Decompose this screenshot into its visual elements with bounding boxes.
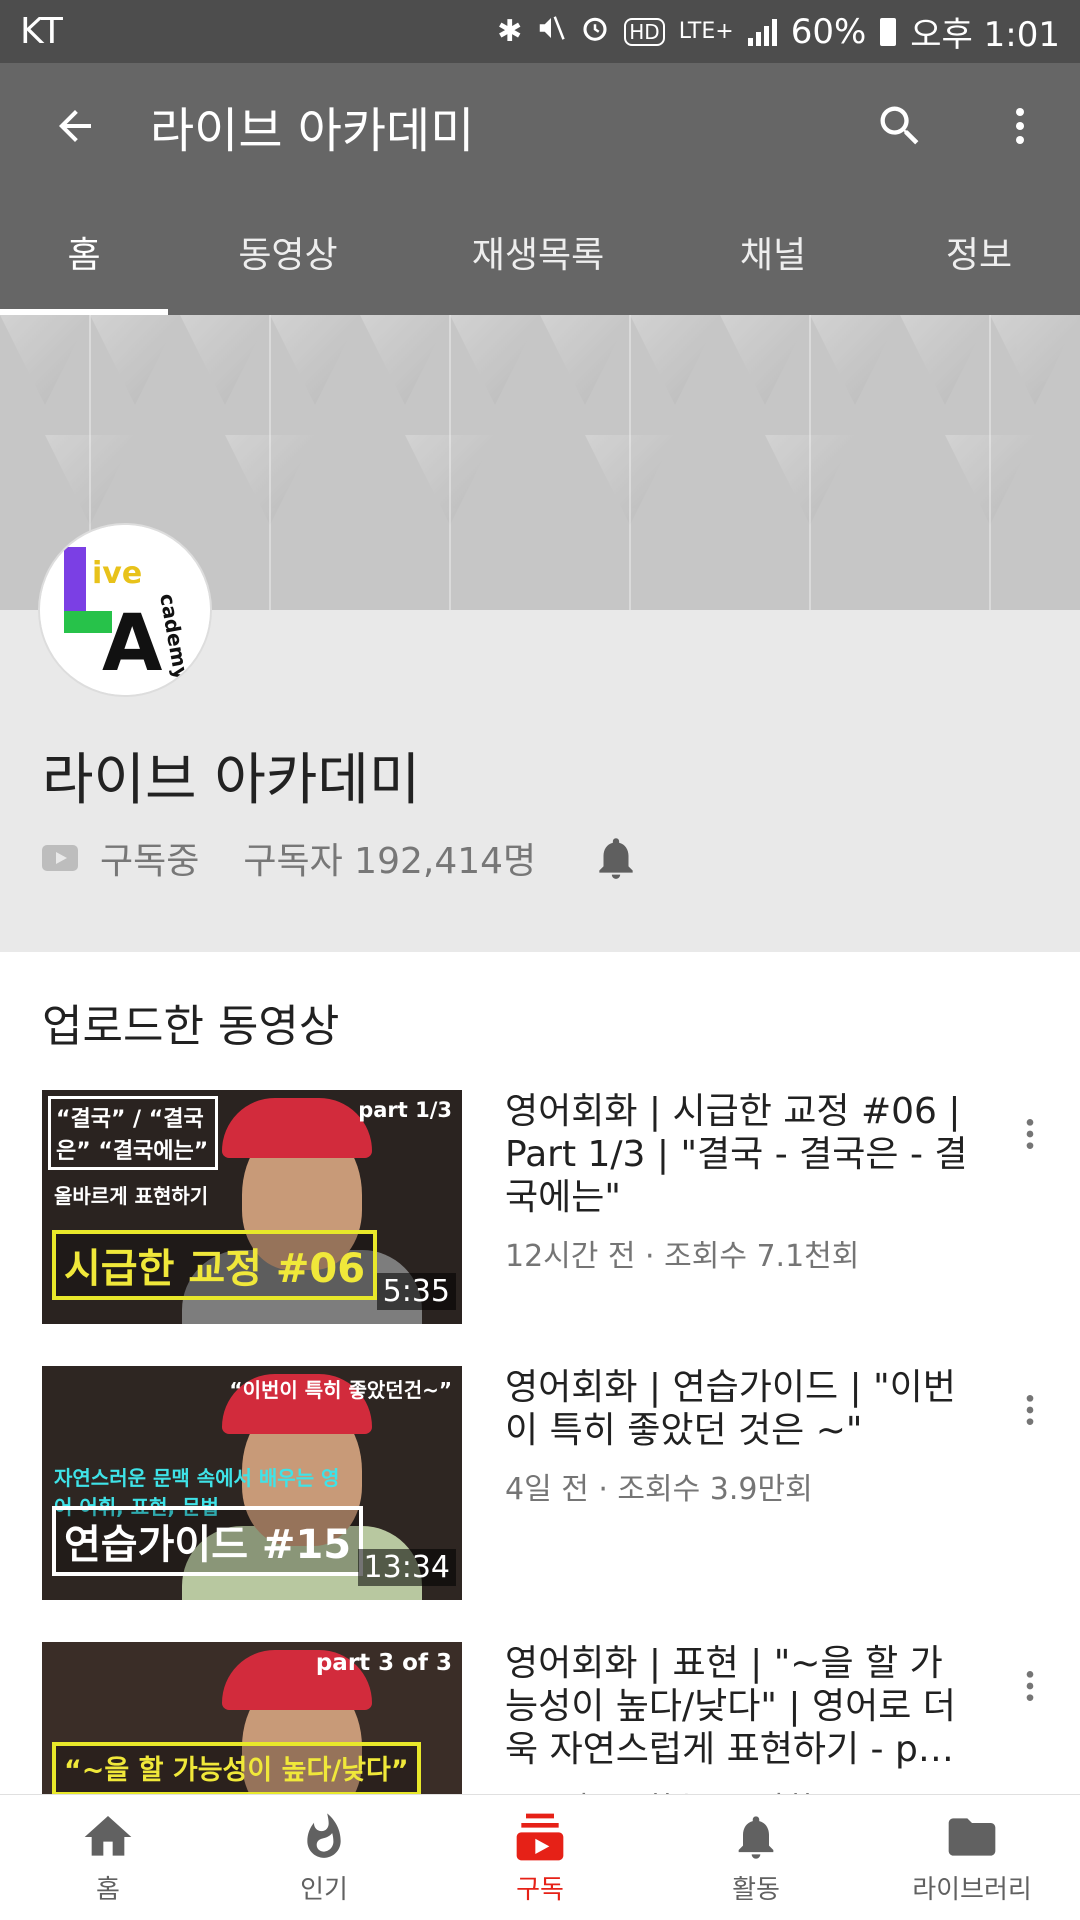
lte-icon: LTE+: [678, 19, 734, 44]
subscriber-count: 구독자 192,414명: [243, 841, 537, 882]
back-button[interactable]: [0, 63, 150, 189]
toolbar-title: 라이브 아카데미: [150, 103, 475, 159]
mute-icon: [536, 13, 566, 51]
thumbnail-sub-text: 올바르게 표현하기: [54, 1184, 209, 1208]
nav-label: 활동: [732, 1875, 780, 1905]
video-meta: 영어회화 | 표현 | "~을 할 가능성이 높다/낮다" | 영어로 더욱 자…: [505, 1642, 975, 1794]
video-title[interactable]: 영어회화 | 표현 | "~을 할 가능성이 높다/낮다" | 영어로 더욱 자…: [505, 1642, 975, 1771]
video-thumbnail[interactable]: part 3 of 3 “~을 할 가능성이 높다/낮다”: [42, 1642, 462, 1794]
video-thumbnail[interactable]: “결국” / “결국은” “결국에는” part 1/3 올바르게 표현하기 시…: [42, 1090, 462, 1324]
search-icon: [880, 106, 919, 145]
thumbnail-caption: “~을 할 가능성이 높다/낮다”: [52, 1742, 421, 1794]
video-more-button[interactable]: [1000, 1656, 1060, 1716]
tab-playlists[interactable]: 재생목록: [408, 189, 668, 315]
home-icon: [80, 1809, 136, 1865]
nav-label: 구독: [516, 1875, 564, 1905]
svg-text:ive: ive: [92, 556, 142, 591]
folder-icon: [944, 1809, 1000, 1865]
video-more-button[interactable]: [1000, 1380, 1060, 1440]
notification-bell-button[interactable]: [588, 830, 644, 886]
bottom-nav: 홈 인기 구독 활동 라이브러리: [0, 1794, 1080, 1920]
video-item[interactable]: part 3 of 3 “~을 할 가능성이 높다/낮다” 영어회화 | 표현 …: [0, 1642, 1080, 1794]
video-duration: 5:35: [376, 1273, 456, 1310]
trending-fire-icon: [299, 1809, 349, 1865]
toolbar: 라이브 아카데미: [0, 63, 1080, 189]
nav-label: 홈: [96, 1875, 120, 1905]
video-stats: 1주 전 · 조회수 5.1만회: [505, 1783, 975, 1794]
nav-subscriptions[interactable]: 구독: [432, 1795, 648, 1920]
channel-name: 라이브 아카데미: [42, 748, 421, 813]
more-vert-icon: [1026, 1395, 1034, 1425]
battery-percent: 60%: [790, 11, 867, 52]
video-list: “결국” / “결국은” “결국에는” part 1/3 올바르게 표현하기 시…: [0, 1090, 1080, 1794]
channel-tabs: 홈 동영상 재생목록 채널 정보: [0, 189, 1080, 315]
channel-avatar[interactable]: ive A cademy: [40, 525, 210, 695]
video-title[interactable]: 영어회화 | 시급한 교정 #06 | Part 1/3 | "결국 - 결국은…: [505, 1090, 975, 1219]
video-thumbnail[interactable]: “이번이 특히 좋았던건~” 자연스러운 문맥 속에서 배우는 영어 어휘, 표…: [42, 1366, 462, 1600]
back-arrow-icon: [59, 110, 91, 142]
thumbnail-part-tag: part 3 of 3: [315, 1650, 452, 1676]
thumbnail-top-text: “결국” / “결국은” “결국에는”: [48, 1096, 218, 1170]
app-bar: 라이브 아카데미 홈 동영상 재생목록 채널 정보: [0, 63, 1080, 315]
video-duration: 13:34: [357, 1549, 456, 1586]
bell-icon: [730, 1809, 782, 1865]
video-item[interactable]: “이번이 특히 좋았던건~” 자연스러운 문맥 속에서 배우는 영어 어휘, 표…: [0, 1366, 1080, 1606]
hd-voice-icon: HD: [624, 17, 665, 46]
status-bar: KT ✱ HD LTE+ 60% 오후 1:01: [0, 0, 1080, 63]
thumbnail-caption: 시급한 교정 #06: [52, 1230, 378, 1300]
search-button[interactable]: [840, 63, 960, 189]
svg-text:A: A: [102, 599, 162, 689]
battery-icon: [880, 17, 897, 46]
signal-icon: [747, 18, 777, 46]
nav-trending[interactable]: 인기: [216, 1795, 432, 1920]
video-title[interactable]: 영어회화 | 연습가이드 | "이번이 특히 좋았던 것은 ~": [505, 1366, 975, 1452]
video-item[interactable]: “결국” / “결국은” “결국에는” part 1/3 올바르게 표현하기 시…: [0, 1090, 1080, 1330]
more-options-button[interactable]: [960, 63, 1080, 189]
clock: 오후 1:01: [910, 15, 1060, 55]
nav-activity[interactable]: 활동: [648, 1795, 864, 1920]
youtube-small-icon: [42, 845, 78, 871]
live-academy-logo: ive A cademy: [40, 525, 210, 695]
video-stats: 12시간 전 · 조회수 7.1천회: [505, 1239, 860, 1274]
bluetooth-icon: ✱: [497, 14, 523, 49]
subscriptions-icon: [512, 1809, 568, 1865]
section-title: 업로드한 동영상: [42, 1001, 340, 1052]
thumbnail-part-tag: part 1/3: [358, 1098, 452, 1122]
tab-videos[interactable]: 동영상: [168, 189, 408, 315]
thumbnail-cap: [222, 1098, 372, 1158]
more-vert-icon: [1026, 1119, 1034, 1149]
more-vert-icon: [1016, 108, 1024, 144]
video-more-button[interactable]: [1000, 1104, 1060, 1164]
video-stats: 4일 전 · 조회수 3.9만회: [505, 1472, 813, 1507]
video-meta: 영어회화 | 연습가이드 | "이번이 특히 좋았던 것은 ~" 4일 전 · …: [505, 1366, 975, 1508]
thumbnail-caption: 연습가이드 #15: [52, 1506, 364, 1576]
tab-home[interactable]: 홈: [0, 189, 168, 315]
tab-about[interactable]: 정보: [878, 189, 1080, 315]
subscription-row: 구독중 구독자 192,414명: [42, 830, 644, 886]
tab-channels[interactable]: 채널: [668, 189, 878, 315]
nav-label: 라이브러리: [912, 1875, 1032, 1905]
alarm-icon: [580, 13, 610, 51]
nav-home[interactable]: 홈: [0, 1795, 216, 1920]
thumbnail-top-text: “이번이 특히 좋았던건~”: [229, 1378, 452, 1402]
status-icons: ✱ HD LTE+ 60% 오후 1:01: [497, 7, 1060, 56]
nav-library[interactable]: 라이브러리: [864, 1795, 1080, 1920]
subscribed-button[interactable]: 구독중: [100, 832, 199, 884]
carrier-label: KT: [20, 11, 63, 52]
more-vert-icon: [1026, 1671, 1034, 1701]
bell-icon: [599, 838, 633, 879]
nav-label: 인기: [300, 1875, 348, 1905]
video-meta: 영어회화 | 시급한 교정 #06 | Part 1/3 | "결국 - 결국은…: [505, 1090, 975, 1275]
